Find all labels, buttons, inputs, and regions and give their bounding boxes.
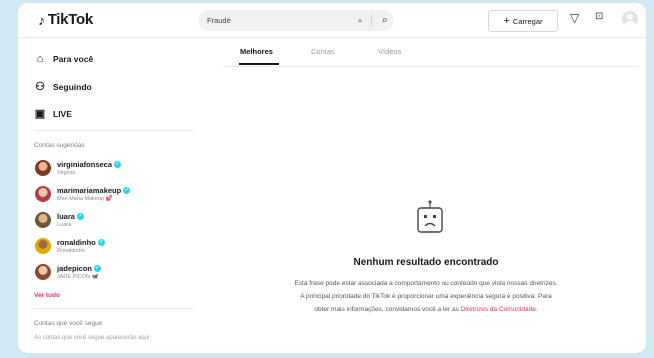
following-empty-text: As contas que você segue aparecerão aqui: [34, 335, 150, 341]
avatar: [35, 264, 51, 280]
tab-videos[interactable]: Vídeos: [378, 47, 401, 56]
tiktok-note-icon: ♪: [38, 11, 45, 28]
search-input[interactable]: Fraudé: [198, 16, 353, 25]
suggested-account[interactable]: luara ✓ Luara: [35, 212, 84, 228]
inbox-filter-icon[interactable]: ▽: [570, 11, 579, 25]
suggested-account[interactable]: virginiafonseca ✓ Virginia: [35, 160, 122, 176]
community-guidelines-link[interactable]: Diretrizes da Comunidade: [461, 306, 536, 313]
clear-search-icon[interactable]: ●: [353, 16, 367, 25]
plus-icon: +: [503, 14, 510, 27]
avatar: [35, 160, 51, 176]
see-all-link[interactable]: Ver tudo: [34, 292, 60, 299]
no-results-title: Nenhum resultado encontrado: [353, 257, 499, 268]
sidebar-divider: [34, 130, 194, 131]
search-divider: [371, 14, 372, 27]
avatar: [35, 212, 51, 228]
no-results-robot-icon: [417, 200, 443, 233]
sidebar: ⌂ Para você ⚇ Seguindo ▣ LIVE Contas sug…: [18, 38, 208, 353]
following-icon: ⚇: [35, 81, 45, 93]
nav-following[interactable]: ⚇ Seguindo: [34, 80, 92, 93]
tab-accounts[interactable]: Contas: [311, 47, 335, 56]
verified-icon: ✓: [97, 239, 105, 246]
search-tabs: Melhores Contas Vídeos: [223, 38, 639, 67]
home-icon: ⌂: [36, 53, 44, 65]
suggested-account[interactable]: jadepicon ✓ JADE PICON 🦋: [35, 264, 102, 280]
no-results-description: Esta frase pode estar associada a compor…: [294, 280, 558, 313]
verified-icon: ✓: [94, 265, 102, 272]
tiktok-logo[interactable]: ♪ TikTok: [38, 11, 93, 28]
search-icon[interactable]: ⌕: [376, 14, 394, 27]
profile-avatar[interactable]: [622, 11, 638, 27]
active-tab-indicator: [239, 63, 279, 65]
tab-top[interactable]: Melhores: [240, 47, 273, 56]
search-bar[interactable]: Fraudé ● ⌕: [198, 10, 394, 31]
verified-icon: ✓: [76, 213, 84, 220]
verified-icon: ✓: [123, 187, 131, 194]
live-icon: ▣: [34, 108, 46, 120]
upload-button[interactable]: + Carregar: [488, 10, 558, 32]
messages-icon[interactable]: ⊡: [595, 11, 603, 22]
following-accounts-title: Contas que você segue: [34, 320, 103, 327]
nav-live[interactable]: ▣ LIVE: [34, 107, 72, 120]
nav-for-you[interactable]: ⌂ Para você: [34, 53, 94, 65]
sidebar-divider: [34, 308, 194, 309]
tiktok-window: ♪ TikTok Fraudé ● ⌕ + Carregar ▽ ⊡ ⌂ Par…: [18, 3, 646, 353]
top-bar: ♪ TikTok Fraudé ● ⌕ + Carregar ▽ ⊡: [18, 3, 646, 38]
avatar: [35, 186, 51, 202]
avatar: [35, 238, 51, 254]
suggested-accounts-title: Contas sugeridas: [34, 142, 85, 149]
suggested-account[interactable]: marimariamakeup ✓ Mari Maria Makeup 💕: [35, 186, 131, 202]
verified-icon: ✓: [114, 161, 122, 168]
suggested-account[interactable]: ronaldinho ✓ Ronaldinho: [35, 238, 105, 254]
